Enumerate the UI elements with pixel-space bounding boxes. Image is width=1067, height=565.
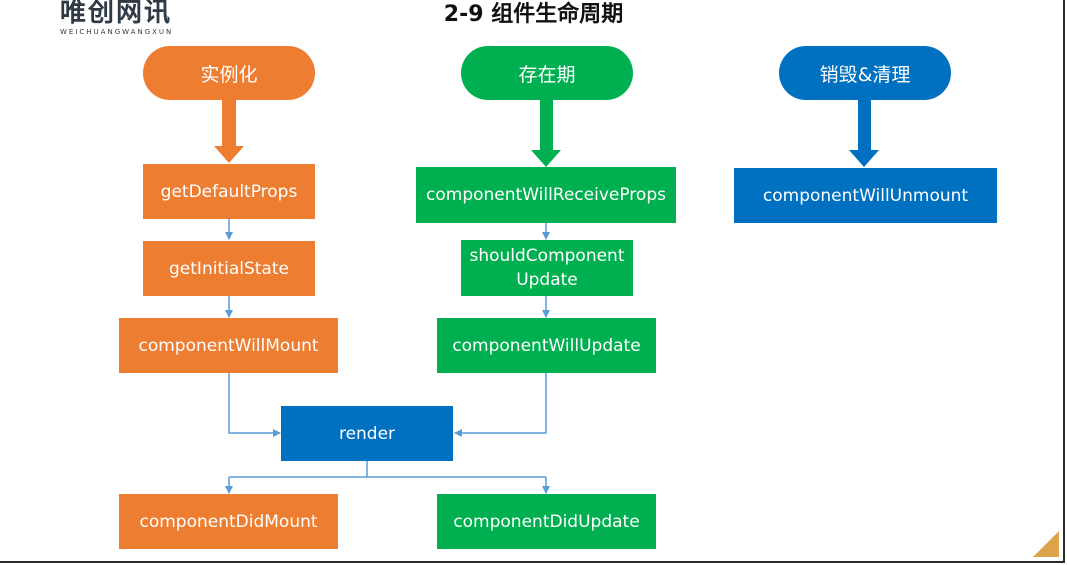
phase-update-pill: 存在期 [461,46,633,100]
mount-phase-arrow [214,100,244,163]
node-component-will-unmount: componentWillUnmount [734,168,997,223]
node-should-component-update-line2: Update [516,270,578,290]
connector-willmount-to-render [228,373,281,437]
node-get-initial-state: getInitialState [143,241,315,296]
node-component-will-update: componentWillUpdate [437,318,656,373]
update-phase-arrow [531,100,561,167]
connector-willupdate-to-render [454,373,547,437]
corner-triangle-mark [1033,531,1059,557]
node-should-component-update-line1: shouldComponent [469,246,625,266]
node-component-will-receive-props: componentWillReceiveProps [416,167,676,223]
node-component-will-mount: componentWillMount [119,318,338,373]
phase-unmount-pill: 销毁&清理 [779,46,951,100]
node-should-component-update: shouldComponent Update [461,240,633,296]
phase-mount-pill: 实例化 [143,46,315,100]
unmount-phase-arrow [849,100,879,167]
node-render: render [281,406,453,461]
node-component-did-mount: componentDidMount [119,494,338,549]
node-component-did-update: componentDidUpdate [437,494,656,549]
node-get-default-props: getDefaultProps [143,164,315,219]
